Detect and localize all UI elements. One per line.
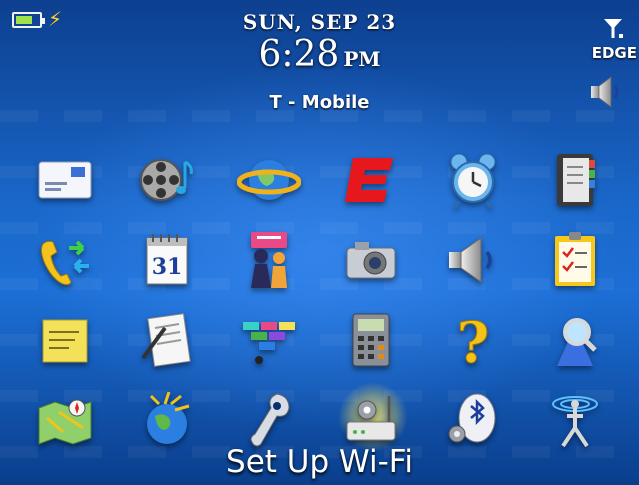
clock[interactable]: 6:28 PM: [0, 34, 639, 75]
icon-row: ?: [14, 300, 626, 380]
app-documents[interactable]: [116, 300, 218, 380]
browser-icon: [237, 160, 301, 200]
world-icon: [147, 391, 190, 444]
app-clock[interactable]: [422, 140, 524, 220]
carrier-name: T - Mobile: [269, 92, 370, 113]
calculator-icon: [352, 313, 390, 367]
svg-text:?: ?: [457, 310, 490, 372]
calendar-day-text: 31: [152, 254, 183, 280]
app-brick-breaker[interactable]: [218, 300, 320, 380]
call-log-icon: [40, 240, 89, 286]
app-memo-pad[interactable]: [14, 300, 116, 380]
app-browser[interactable]: [218, 140, 320, 220]
icon-row: 31: [14, 220, 626, 300]
network-type: EDGE: [591, 44, 637, 62]
date-text: SUN, SEP 23: [242, 10, 397, 34]
messages-icon: [38, 161, 92, 199]
time-text: 6:28: [258, 34, 340, 75]
help-icon: ?: [456, 310, 490, 373]
app-search[interactable]: [524, 300, 626, 380]
documents-icon: [141, 313, 191, 367]
status-bar: ⚡ SUN, SEP 23 6:28 PM T - Mobile EDGE: [0, 0, 639, 130]
wifi-setup-icon: [346, 396, 396, 441]
messenger-icon: [251, 232, 287, 288]
selected-app-label: Set Up Wi-Fi: [226, 444, 413, 480]
app-tasks[interactable]: [524, 220, 626, 300]
sound-profiles-icon: [449, 237, 492, 283]
home-screen: ⚡ SUN, SEP 23 6:28 PM T - Mobile EDGE 31…: [0, 0, 639, 485]
espn-icon: [345, 158, 393, 202]
signal-antenna-icon: [604, 19, 623, 38]
app-calculator[interactable]: [320, 300, 422, 380]
manage-connections-icon: [552, 396, 598, 448]
app-help[interactable]: ?: [422, 300, 524, 380]
address-book-icon: [557, 154, 595, 206]
app-messages[interactable]: [14, 140, 116, 220]
options-icon: [250, 393, 290, 447]
media-icon: [140, 159, 193, 201]
maps-icon: [38, 399, 92, 445]
bluetooth-icon: [448, 393, 496, 443]
application-grid: 31 ?: [14, 140, 626, 460]
app-address-book[interactable]: [524, 140, 626, 220]
app-call-log[interactable]: [14, 220, 116, 300]
app-sound-profiles[interactable]: [422, 220, 524, 300]
ampm-text: PM: [343, 47, 381, 71]
camera-icon: [346, 242, 396, 279]
tasks-icon: [555, 232, 595, 286]
app-calendar[interactable]: 31: [116, 220, 218, 300]
brick-breaker-icon: [243, 322, 295, 364]
speaker-icon[interactable]: [585, 74, 625, 110]
search-icon: [557, 318, 597, 366]
app-espn[interactable]: [320, 140, 422, 220]
memo-pad-icon: [42, 319, 88, 363]
app-messenger[interactable]: [218, 220, 320, 300]
icon-row: [14, 140, 626, 220]
app-media[interactable]: [116, 140, 218, 220]
app-camera[interactable]: [320, 220, 422, 300]
clock-icon: [450, 153, 496, 209]
calendar-icon: 31: [146, 234, 188, 285]
